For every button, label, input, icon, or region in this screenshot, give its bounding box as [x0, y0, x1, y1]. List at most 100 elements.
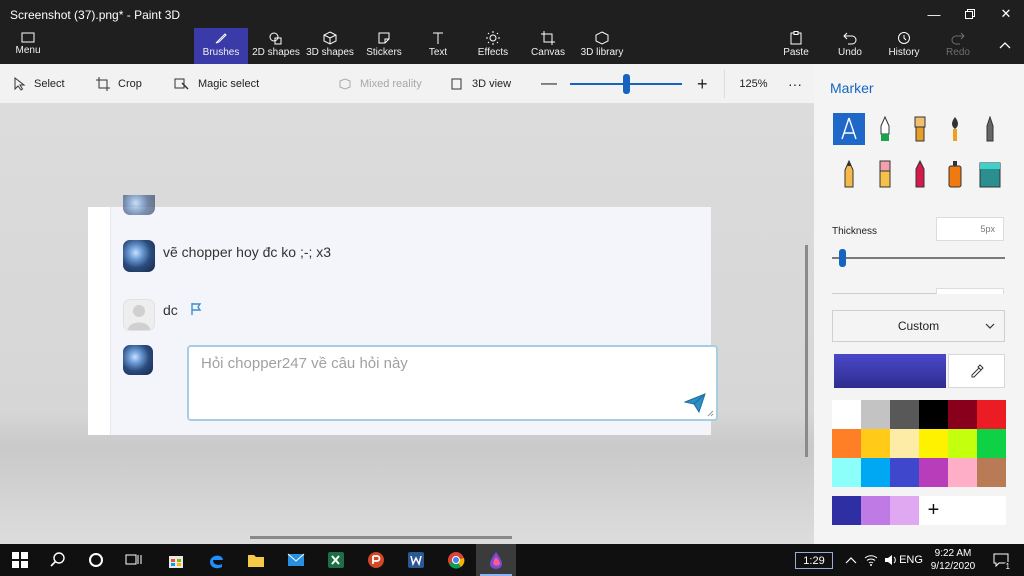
color-swatch[interactable] [919, 429, 948, 458]
tab-brushes[interactable]: Brushes [194, 28, 248, 64]
fill-tool[interactable] [974, 158, 1006, 190]
color-swatch[interactable] [861, 458, 890, 487]
tab-2d-shapes[interactable]: 2D shapes [250, 28, 302, 64]
vertical-scrollbar[interactable] [805, 245, 808, 457]
select-button[interactable]: Select [14, 64, 65, 104]
crayon-tool[interactable] [904, 158, 936, 190]
system-clock[interactable]: 9:22 AM 9/12/2020 [922, 547, 984, 573]
cortana-button[interactable] [76, 544, 116, 576]
library-icon [595, 31, 609, 45]
tab-effects[interactable]: Effects [472, 28, 514, 64]
file-explorer-app[interactable] [236, 544, 276, 576]
text-icon [433, 32, 443, 44]
magic-select-button[interactable]: Magic select [174, 64, 259, 104]
view-3d-button[interactable]: 3D view [450, 64, 511, 104]
paste-button[interactable]: Paste [778, 28, 814, 64]
redo-button[interactable]: Redo [940, 28, 976, 64]
color-swatch[interactable] [977, 429, 1006, 458]
excel-app[interactable] [316, 544, 356, 576]
color-swatch[interactable] [861, 429, 890, 458]
color-swatch[interactable] [977, 458, 1006, 487]
more-options-button[interactable]: ··· [788, 64, 802, 104]
marker-tool[interactable] [869, 113, 901, 145]
calligraphy-pen-tool[interactable] [833, 113, 865, 145]
color-swatch[interactable] [919, 458, 948, 487]
mail-app[interactable] [276, 544, 316, 576]
tab-stickers[interactable]: Stickers [362, 28, 406, 64]
color-swatch[interactable] [832, 400, 861, 429]
current-color-swatch[interactable] [834, 354, 946, 388]
flag-icon [191, 303, 202, 315]
menu-button[interactable]: Menu [8, 28, 48, 64]
eraser-tool[interactable] [869, 158, 901, 190]
thickness-slider-thumb[interactable] [839, 249, 846, 267]
horizontal-scrollbar[interactable] [250, 536, 512, 539]
show-hidden-icons-button[interactable] [842, 552, 860, 568]
color-swatch[interactable] [890, 429, 919, 458]
oil-brush-tool[interactable] [904, 113, 936, 145]
pencil-tool[interactable] [833, 158, 865, 190]
network-wifi-icon[interactable] [862, 552, 880, 568]
eyedropper-button[interactable] [948, 354, 1005, 388]
word-icon [408, 552, 424, 568]
collapse-ribbon-button[interactable] [990, 28, 1020, 64]
color-swatch[interactable] [948, 458, 977, 487]
resize-grip-icon [707, 410, 714, 417]
mixed-reality-button[interactable]: Mixed reality [338, 64, 422, 104]
spray-can-tool[interactable] [939, 158, 971, 190]
color-swatch[interactable] [890, 400, 919, 429]
undo-button[interactable]: Undo [832, 28, 868, 64]
tray-time-box[interactable]: 1:29 [795, 552, 833, 569]
color-mode-dropdown[interactable]: Custom [832, 310, 1005, 342]
canvas-image[interactable]: vẽ chopper hoy đc ko ;-; x3 dc Hỏi chopp… [88, 195, 718, 435]
add-color-button[interactable]: + [919, 496, 948, 525]
opacity-value-input[interactable] [936, 288, 1004, 294]
color-swatch[interactable] [977, 400, 1006, 429]
zoom-out-button[interactable]: — [541, 64, 557, 104]
start-button[interactable] [0, 544, 40, 576]
color-swatch[interactable] [919, 400, 948, 429]
color-swatch[interactable] [890, 458, 919, 487]
pen-tool[interactable] [974, 113, 1006, 145]
color-swatch[interactable] [948, 400, 977, 429]
crop-button[interactable]: Crop [96, 64, 142, 104]
tab-3d-library[interactable]: 3D library [578, 28, 626, 64]
color-swatch[interactable] [832, 458, 861, 487]
maximize-button[interactable] [952, 0, 988, 28]
search-button[interactable] [38, 544, 78, 576]
crop-icon [96, 77, 110, 91]
custom-color-swatch[interactable] [890, 496, 919, 525]
tab-3d-shapes[interactable]: 3D shapes [304, 28, 356, 64]
color-swatch[interactable] [948, 429, 977, 458]
redo-icon [951, 32, 965, 45]
thickness-slider-track[interactable] [832, 257, 1005, 259]
paint-3d-app[interactable] [476, 544, 516, 576]
pen-icon [986, 116, 994, 142]
color-swatch[interactable] [861, 400, 890, 429]
microsoft-store-app[interactable] [156, 544, 196, 576]
task-view-button[interactable] [114, 544, 154, 576]
zoom-level[interactable]: 125% [724, 70, 782, 98]
tab-text[interactable]: Text [418, 28, 458, 64]
close-button[interactable]: ✕ [988, 0, 1024, 28]
tab-canvas[interactable]: Canvas [528, 28, 568, 64]
pencil-icon [844, 160, 854, 188]
chrome-app[interactable] [436, 544, 476, 576]
powerpoint-app[interactable] [356, 544, 396, 576]
word-app[interactable] [396, 544, 436, 576]
thickness-value-input[interactable]: 5px [936, 217, 1004, 241]
minimize-button[interactable]: — [916, 0, 952, 28]
edge-app[interactable] [196, 544, 236, 576]
custom-color-swatch[interactable] [832, 496, 861, 525]
history-button[interactable]: History [884, 28, 924, 64]
excel-icon [328, 552, 344, 568]
input-language[interactable]: ENG [899, 552, 923, 568]
zoom-slider-thumb[interactable] [623, 74, 630, 94]
volume-icon[interactable] [882, 552, 900, 568]
undo-icon [843, 32, 857, 45]
color-swatch[interactable] [832, 429, 861, 458]
custom-color-swatch[interactable] [861, 496, 890, 525]
action-center-button[interactable]: 1 [990, 552, 1012, 571]
zoom-in-button[interactable]: + [697, 64, 708, 104]
watercolor-tool[interactable] [939, 113, 971, 145]
